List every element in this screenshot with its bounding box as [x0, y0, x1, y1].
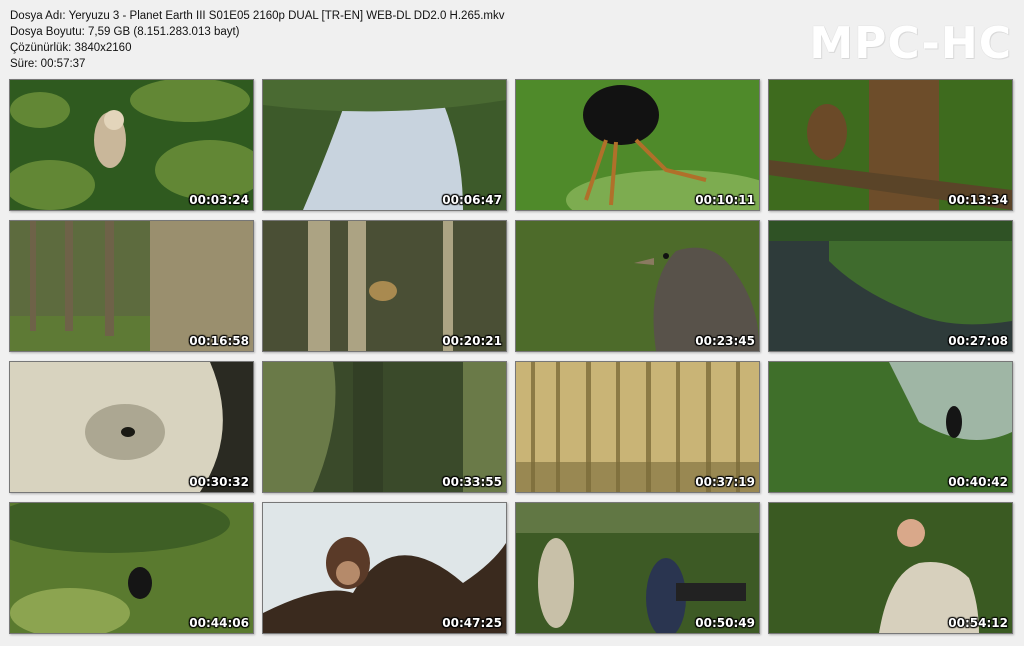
file-info-panel: Dosya Adı: Yeryuzu 3 - Planet Earth III …	[10, 8, 505, 72]
timestamp-label: 00:30:32	[189, 475, 249, 489]
thumbnail-grid: 00:03:24 00:06:47 00:10:11 00:13:34 00:1…	[9, 79, 1013, 634]
timestamp-label: 00:16:58	[189, 334, 249, 348]
timestamp-label: 00:54:12	[948, 616, 1008, 630]
thumbnail-tree-canopy-sky: 00:06:47	[262, 79, 507, 211]
timestamp-label: 00:10:11	[695, 193, 755, 207]
thumbnail-image	[263, 80, 506, 210]
timestamp-label: 00:03:24	[189, 193, 249, 207]
thumbnail-presenter-in-forest: 00:54:12	[768, 502, 1013, 634]
file-size-line: Dosya Boyutu: 7,59 GB (8.151.283.013 bay…	[10, 26, 240, 38]
thumbnail-image	[10, 503, 253, 633]
thumbnail-image	[769, 80, 1012, 210]
timestamp-label: 00:20:21	[442, 334, 502, 348]
thumbnail-beetle-on-tree: 00:13:34	[768, 79, 1013, 211]
thumbnail-image	[516, 362, 759, 492]
thumbnail-chimp-in-tree: 00:40:42	[768, 361, 1013, 493]
timestamp-label: 00:27:08	[948, 334, 1008, 348]
thumbnail-image	[769, 503, 1012, 633]
resolution-line: Çözünürlük: 3840x2160	[10, 42, 132, 54]
thumbnail-insect-macro: 00:10:11	[515, 79, 760, 211]
thumbnail-forest-leopard: 00:20:21	[262, 220, 507, 352]
thumbnail-image	[263, 362, 506, 492]
file-name-line: Dosya Adı: Yeryuzu 3 - Planet Earth III …	[10, 10, 505, 22]
timestamp-label: 00:50:49	[695, 616, 755, 630]
thumbnail-lake-forest-aerial: 00:27:08	[768, 220, 1013, 352]
thumbnail-image	[516, 80, 759, 210]
thumbnail-eagle-in-foliage: 00:03:24	[9, 79, 254, 211]
thumbnail-giant-tree-trunk: 00:33:55	[262, 361, 507, 493]
timestamp-label: 00:33:55	[442, 475, 502, 489]
thumbnail-forest-trunks: 00:16:58	[9, 220, 254, 352]
timestamp-label: 00:23:45	[695, 334, 755, 348]
timestamp-label: 00:06:47	[442, 193, 502, 207]
timestamp-label: 00:40:42	[948, 475, 1008, 489]
thumbnail-image	[516, 221, 759, 351]
duration-line: Süre: 00:57:37	[10, 58, 86, 70]
thumbnail-furry-animal-closeup: 00:30:32	[9, 361, 254, 493]
thumbnail-film-crew-forest: 00:50:49	[515, 502, 760, 634]
timestamp-label: 00:47:25	[442, 616, 502, 630]
thumbnail-chimp-portrait: 00:47:25	[262, 502, 507, 634]
thumbnail-image	[263, 503, 506, 633]
thumbnail-spotted-bird: 00:23:45	[515, 220, 760, 352]
thumbnail-image	[769, 362, 1012, 492]
thumbnail-tree-plantation: 00:37:19	[515, 361, 760, 493]
thumbnail-image	[769, 221, 1012, 351]
timestamp-label: 00:44:06	[189, 616, 249, 630]
timestamp-label: 00:13:34	[948, 193, 1008, 207]
thumbnail-image	[516, 503, 759, 633]
thumbnail-image	[10, 80, 253, 210]
thumbnail-image	[10, 221, 253, 351]
thumbnail-image	[10, 362, 253, 492]
thumbnail-image	[263, 221, 506, 351]
timestamp-label: 00:37:19	[695, 475, 755, 489]
mpc-hc-logo: MPC-HC	[809, 18, 1012, 69]
thumbnail-chimp-on-ground: 00:44:06	[9, 502, 254, 634]
